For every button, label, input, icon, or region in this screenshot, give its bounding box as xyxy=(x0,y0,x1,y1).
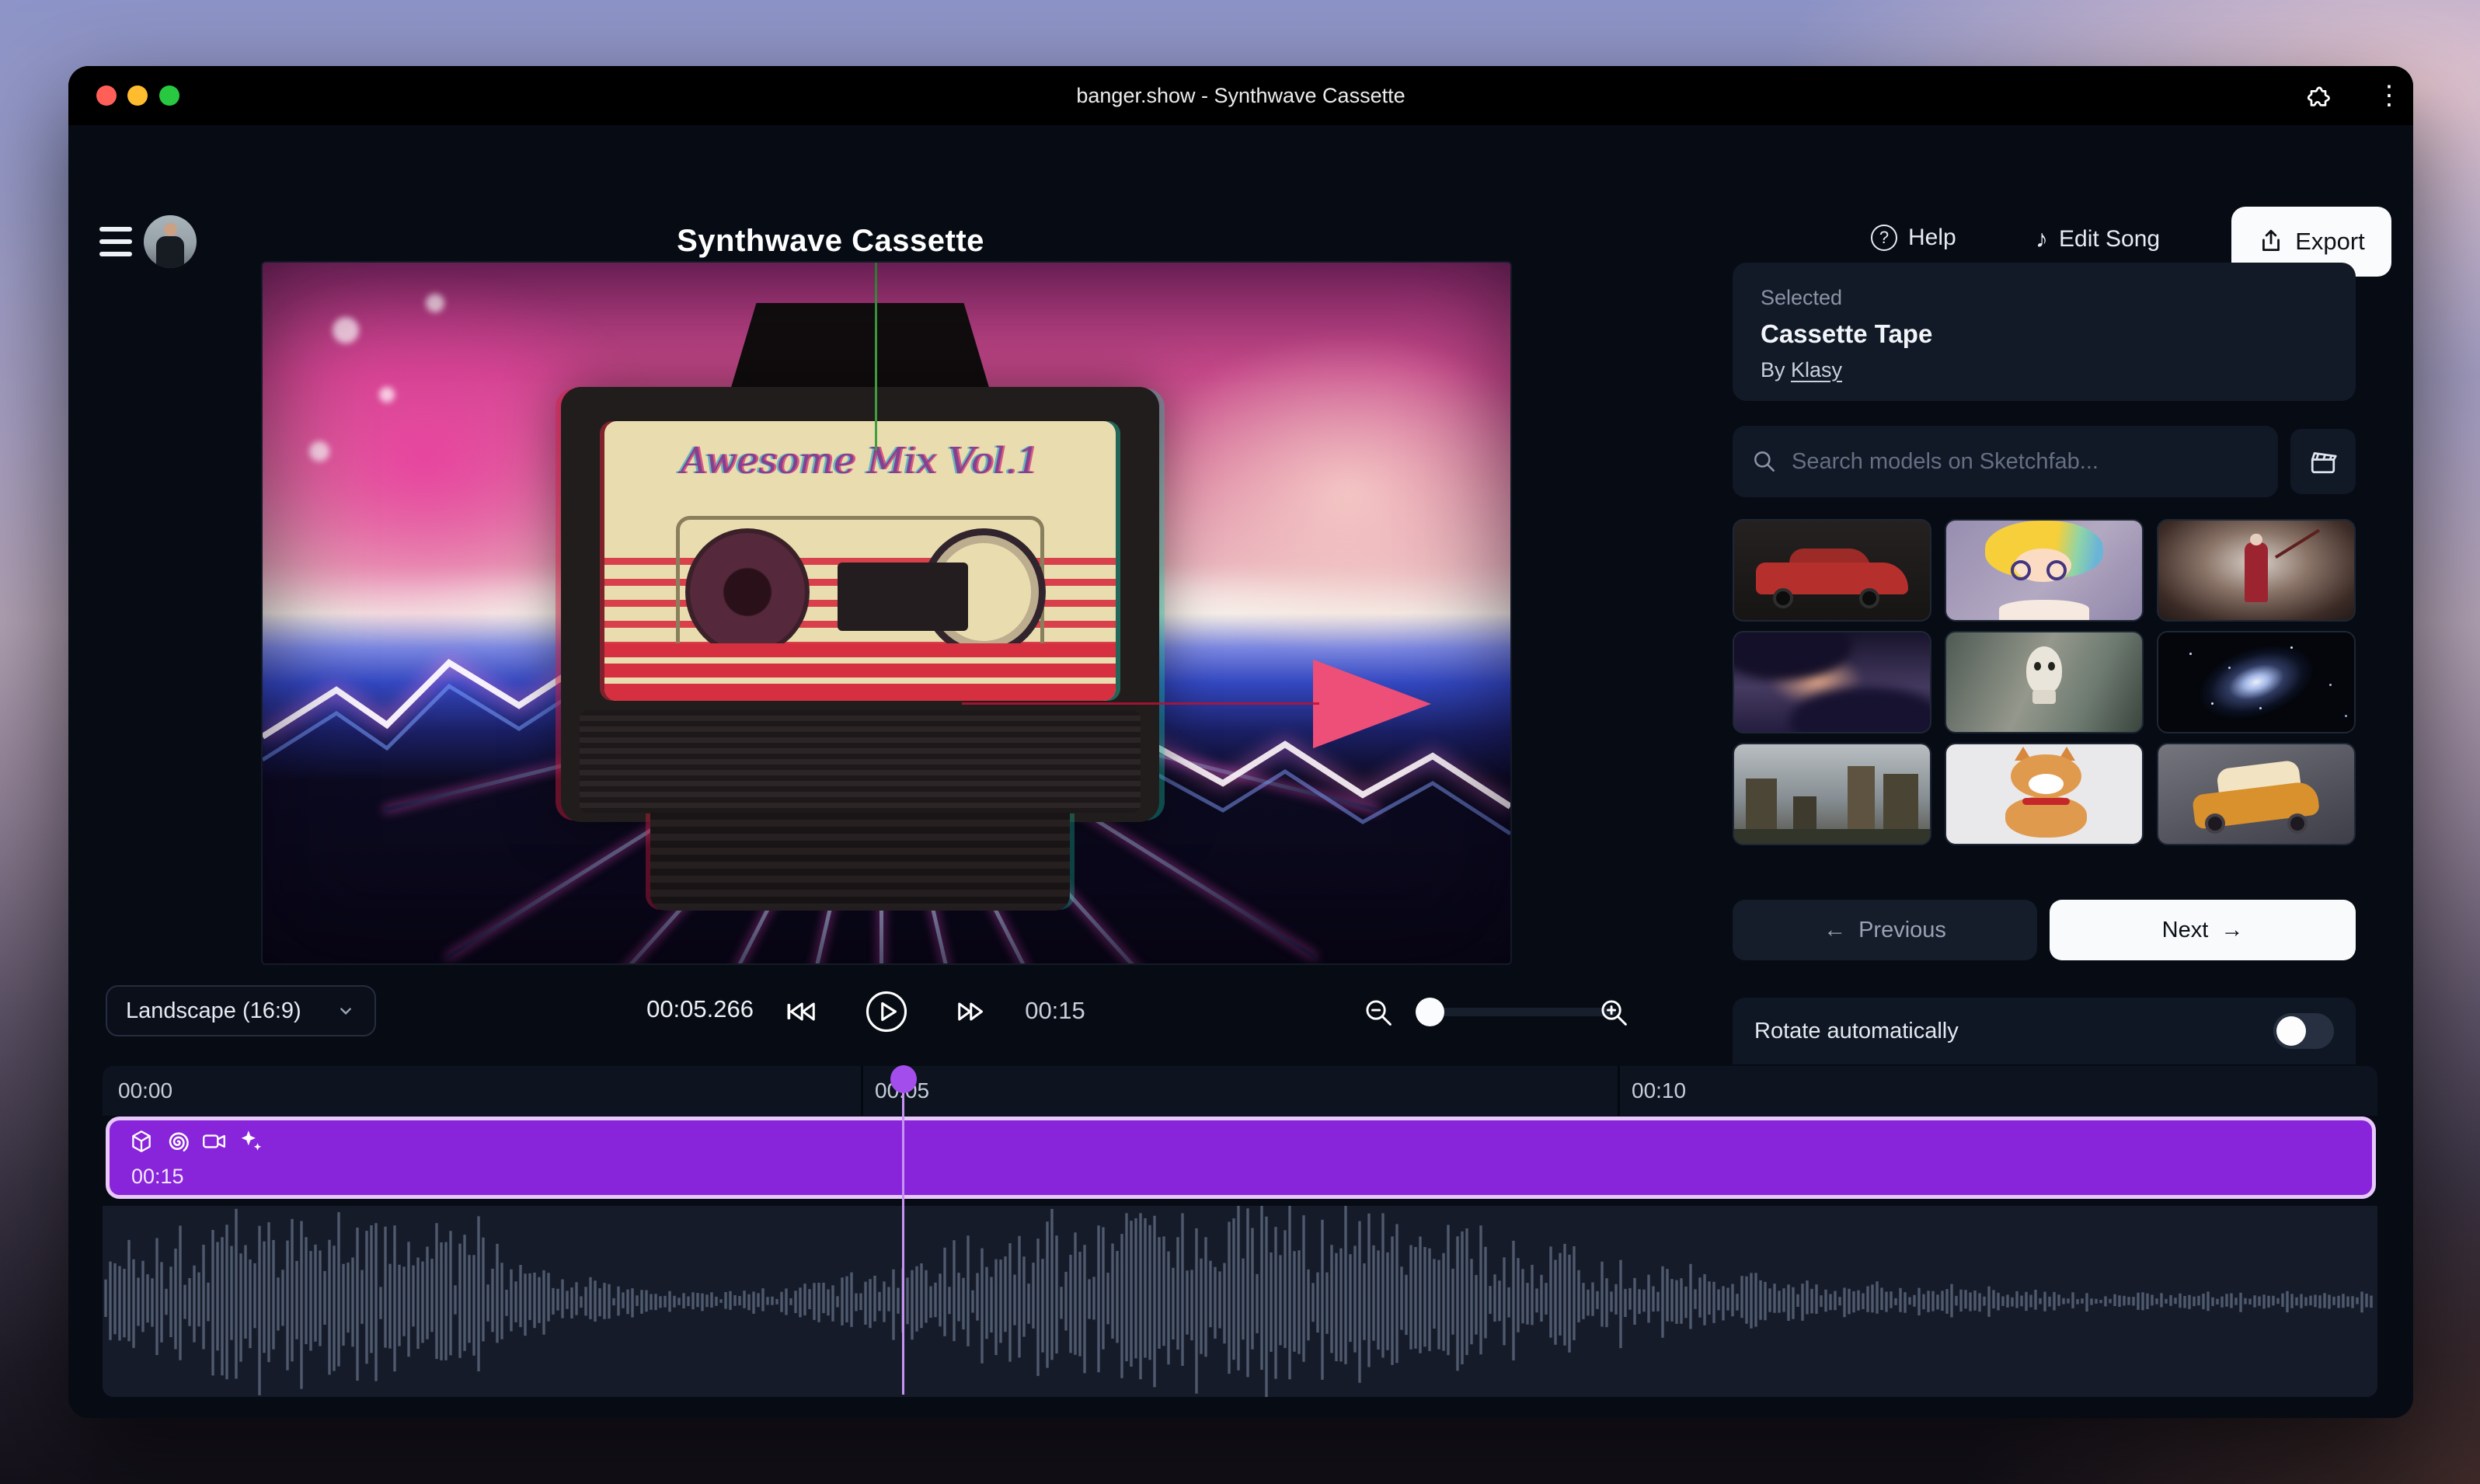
search-input[interactable] xyxy=(1792,449,2259,475)
animations-button[interactable] xyxy=(2290,429,2356,494)
zoom-out-icon[interactable] xyxy=(1363,997,1395,1029)
help-button[interactable]: ? Help xyxy=(1871,225,1956,251)
video-preview[interactable]: Awesome Mix Vol.1 xyxy=(261,261,1512,965)
scene-light-streak-right xyxy=(1137,628,1510,861)
edit-song-button[interactable]: ♪ Edit Song xyxy=(2036,225,2160,253)
author-link[interactable]: Klasy xyxy=(1791,358,1842,381)
scene-red-line xyxy=(962,702,1319,705)
rewind-button[interactable] xyxy=(784,996,818,1027)
timeline-zoom-knob[interactable] xyxy=(1416,998,1444,1026)
timeline-clip[interactable]: 00:15 xyxy=(106,1116,2376,1199)
cassette-label-text: Awesome Mix Vol.1 xyxy=(604,440,1116,482)
music-note-icon: ♪ xyxy=(2036,225,2048,253)
arrow-right-icon: → xyxy=(2221,918,2243,943)
extensions-icon[interactable] xyxy=(2304,82,2332,110)
cube-icon xyxy=(128,1128,155,1155)
playhead-handle[interactable] xyxy=(890,1065,917,1093)
help-icon: ? xyxy=(1871,225,1897,251)
model-thumb-toy-car[interactable] xyxy=(2157,743,2356,845)
model-thumb-storm-clouds[interactable] xyxy=(1733,631,1931,733)
clapperboard-icon xyxy=(2308,446,2339,477)
scene-light-streak-left xyxy=(263,573,597,791)
search-icon xyxy=(1751,448,1778,475)
cassette-label: Awesome Mix Vol.1 xyxy=(604,421,1116,701)
toggle-knob xyxy=(2276,1016,2306,1046)
scene-glitch-line xyxy=(875,263,877,451)
fast-forward-button[interactable] xyxy=(955,996,989,1027)
current-time: 00:05.266 xyxy=(544,995,754,1023)
browser-menu-icon[interactable]: ⋮ xyxy=(2376,77,2402,114)
model-thumb-red-cloak-warrior[interactable] xyxy=(2157,519,2356,622)
cassette-top-notch xyxy=(730,303,990,390)
play-button[interactable] xyxy=(865,990,908,1033)
rotate-automatically-toggle[interactable] xyxy=(2273,1013,2334,1049)
next-page-button[interactable]: Next → xyxy=(2050,900,2356,960)
total-duration: 00:15 xyxy=(1005,997,1106,1025)
hamburger-menu-icon[interactable] xyxy=(99,227,132,258)
timeline-ruler[interactable]: 00:00 00:05 00:10 xyxy=(103,1066,2377,1116)
model-thumb-red-sports-car[interactable] xyxy=(1733,519,1931,622)
cassette-left-reel xyxy=(685,528,810,656)
clip-duration: 00:15 xyxy=(131,1165,184,1189)
model-thumb-shiba-dog[interactable] xyxy=(1945,743,2144,845)
aspect-ratio-value: Landscape (16:9) xyxy=(126,998,301,1024)
timeline-zoom-slider[interactable] xyxy=(1423,1008,1616,1016)
window-title: banger.show - Synthwave Cassette xyxy=(68,66,2413,125)
project-title: Synthwave Cassette xyxy=(535,224,1127,259)
model-thumb-abandoned-city[interactable] xyxy=(1733,743,1931,845)
model-thumb-anime-girl[interactable] xyxy=(1945,519,2144,622)
cassette-tape-model: Awesome Mix Vol.1 xyxy=(561,387,1159,931)
share-export-icon xyxy=(2258,228,2284,255)
zoom-in-icon[interactable] xyxy=(1598,997,1631,1029)
export-label: Export xyxy=(2295,228,2365,256)
byline-prefix: By xyxy=(1761,358,1785,381)
selected-model-card: Selected Cassette Tape By Klasy xyxy=(1733,263,2356,401)
rotate-automatically-label: Rotate automatically xyxy=(1754,1019,1959,1044)
edit-song-label: Edit Song xyxy=(2059,226,2160,253)
spiral-icon xyxy=(165,1128,191,1155)
model-search-field[interactable] xyxy=(1733,426,2278,497)
previous-label: Previous xyxy=(1858,918,1946,943)
previous-page-button[interactable]: ← Previous xyxy=(1733,900,2037,960)
chevron-down-icon xyxy=(336,1001,356,1021)
title-bar: banger.show - Synthwave Cassette ⋮ xyxy=(68,66,2413,125)
playhead-line xyxy=(902,1076,904,1395)
arrow-left-icon: ← xyxy=(1823,918,1846,943)
selected-model-name: Cassette Tape xyxy=(1761,319,2328,349)
selected-label: Selected xyxy=(1761,286,2328,310)
help-label: Help xyxy=(1908,225,1956,251)
rotate-setting-row: Rotate automatically xyxy=(1733,998,2356,1064)
ruler-mark-0: 00:00 xyxy=(118,1078,172,1103)
sparkles-icon xyxy=(238,1128,264,1155)
model-thumb-spiral-galaxy[interactable] xyxy=(2157,631,2356,733)
next-label: Next xyxy=(2162,918,2209,943)
aspect-ratio-dropdown[interactable]: Landscape (16:9) xyxy=(106,985,376,1036)
video-camera-icon xyxy=(201,1128,228,1155)
ruler-mark-2: 00:10 xyxy=(1632,1078,1686,1103)
model-thumb-skull[interactable] xyxy=(1945,631,2144,733)
user-avatar[interactable] xyxy=(144,215,197,268)
app-window: banger.show - Synthwave Cassette ⋮ Synth… xyxy=(68,66,2413,1418)
audio-waveform[interactable] xyxy=(103,1206,2377,1397)
